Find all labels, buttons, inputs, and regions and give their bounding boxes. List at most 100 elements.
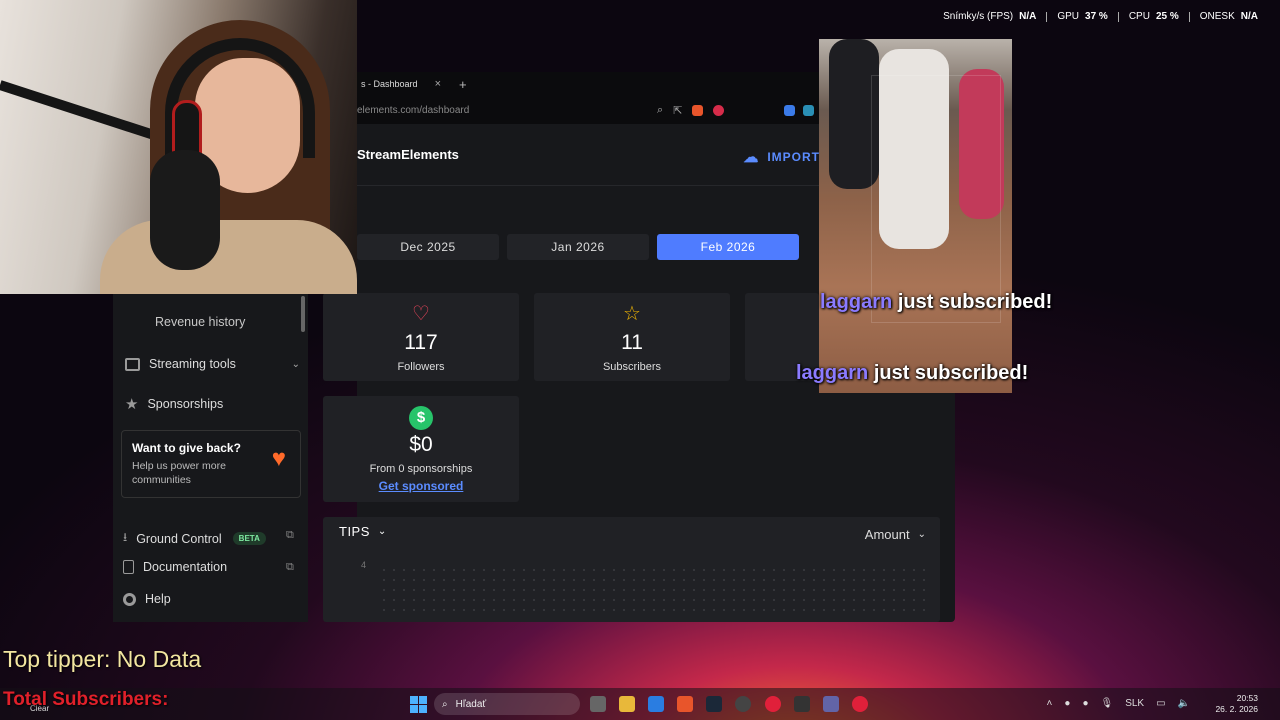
app-tray-icon[interactable]: ● bbox=[1082, 698, 1088, 709]
sidebar-item-documentation[interactable]: Documentation bbox=[123, 560, 227, 574]
alert-username: laggarn bbox=[796, 362, 869, 384]
tab-dashboard[interactable]: s - Dashboard × bbox=[357, 73, 447, 95]
followers-card: ♡ 117 Followers bbox=[323, 293, 519, 381]
display-icon[interactable]: ▭ bbox=[1156, 698, 1165, 709]
sidebar-item-label: Help bbox=[145, 592, 171, 606]
subscriber-alert: laggarn just subscribed! bbox=[820, 291, 1052, 314]
gpu-label: GPU bbox=[1057, 11, 1080, 22]
gpu-value: 37 % bbox=[1085, 11, 1108, 22]
subscribers-label: Subscribers bbox=[602, 361, 662, 373]
dollar-icon: $ bbox=[323, 405, 519, 430]
month-dec-2025[interactable]: Dec 2025 bbox=[357, 234, 499, 260]
app-logo[interactable]: StreamElements bbox=[357, 147, 459, 162]
zoom-icon[interactable]: ⌕ bbox=[657, 104, 663, 117]
sidebar-scrollbar[interactable] bbox=[301, 296, 305, 332]
url-text: elements.com/dashboard bbox=[357, 104, 470, 116]
onesk-label: ONESK bbox=[1199, 11, 1235, 22]
extension-icon[interactable] bbox=[803, 104, 815, 116]
app-icon[interactable] bbox=[794, 696, 810, 712]
divider bbox=[1046, 11, 1048, 22]
heart-icon: ♥ bbox=[271, 445, 286, 472]
beta-badge: BETA bbox=[232, 532, 266, 545]
media-player-icon[interactable] bbox=[765, 696, 781, 712]
cloud-upload-icon: ☁ bbox=[743, 149, 760, 166]
share-icon[interactable]: ⇱ bbox=[673, 104, 682, 117]
sidebar-item-label: Streaming tools bbox=[149, 357, 236, 371]
brave-shield-icon[interactable] bbox=[692, 104, 704, 116]
tips-title: TIPS bbox=[339, 524, 370, 539]
y-axis-tick: 4 bbox=[361, 560, 367, 570]
close-tab-icon[interactable]: × bbox=[435, 78, 441, 90]
cpu-value: 25 % bbox=[1155, 11, 1179, 22]
file-explorer-icon[interactable] bbox=[619, 696, 635, 712]
brave-browser-icon[interactable] bbox=[677, 696, 693, 712]
tips-dropdown[interactable]: TIPS ⌄ bbox=[339, 524, 387, 539]
performance-overlay: Snímky/s (FPS) N/A GPU 37 % CPU 25 % ONE… bbox=[943, 11, 1258, 22]
outlook-icon[interactable] bbox=[648, 696, 664, 712]
sponsorship-amount: $0 bbox=[409, 433, 433, 456]
subscribers-count: 11 bbox=[621, 331, 643, 354]
alert-text: just subscribed! bbox=[897, 291, 1053, 313]
language-indicator[interactable]: SLK bbox=[1125, 698, 1144, 709]
chevron-down-icon: ⌄ bbox=[291, 358, 300, 370]
sidebar-item-revenue-history[interactable]: Revenue history bbox=[155, 315, 245, 329]
sidebar-item-streaming-tools[interactable]: Streaming tools ⌄ bbox=[125, 357, 300, 371]
taskbar-search[interactable]: ⌕ Hľadať bbox=[434, 693, 580, 715]
sidebar-item-ground-control[interactable]: ⭳ Ground Control BETA bbox=[123, 528, 266, 549]
month-jan-2026[interactable]: Jan 2026 bbox=[507, 234, 649, 260]
cpu-label: CPU bbox=[1128, 11, 1150, 22]
address-icons: ⌕ ⇱ bbox=[657, 104, 725, 117]
sponsorships-card: $ $0 From 0 sponsorships Get sponsored bbox=[323, 396, 519, 502]
microphone-icon[interactable]: 🎙 bbox=[1100, 698, 1113, 709]
total-subscribers-label: Total Subscribers: bbox=[3, 689, 169, 710]
chevron-down-icon: ⌄ bbox=[917, 529, 926, 540]
clock-time: 20:53 bbox=[1236, 693, 1258, 703]
url-field[interactable]: elements.com/dashboard bbox=[357, 101, 657, 119]
import-button[interactable]: ☁ IMPORT bbox=[743, 148, 820, 166]
clock[interactable]: 20:53 26. 2. 2026 bbox=[1215, 693, 1258, 715]
sort-dropdown[interactable]: Amount ⌄ bbox=[865, 527, 926, 542]
start-button[interactable] bbox=[410, 696, 427, 713]
document-icon bbox=[123, 560, 134, 574]
give-back-text: Help us power more communities bbox=[132, 460, 226, 486]
import-label: IMPORT bbox=[767, 150, 820, 164]
sidebar-item-label: Ground Control bbox=[136, 531, 222, 546]
video-overlay bbox=[819, 39, 1012, 393]
rewards-icon[interactable] bbox=[713, 104, 725, 116]
steam-icon[interactable] bbox=[706, 696, 722, 712]
volume-icon[interactable]: 🔈 bbox=[1178, 698, 1190, 709]
divider bbox=[1117, 11, 1119, 22]
heart-icon: ♡ bbox=[412, 303, 430, 325]
app-tray-icon[interactable]: ● bbox=[1064, 698, 1070, 709]
star-icon: ★ bbox=[125, 396, 139, 413]
external-link-icon: ⧉ bbox=[286, 529, 294, 541]
youtube-icon[interactable] bbox=[852, 696, 868, 712]
translate-icon[interactable] bbox=[784, 104, 796, 116]
fps-value: N/A bbox=[1019, 11, 1037, 22]
give-back-card[interactable]: Want to give back? Help us power more co… bbox=[121, 430, 301, 498]
divider bbox=[1188, 11, 1190, 22]
system-tray: ˄ ● ● 🎙 SLK ▭ 🔈 bbox=[1047, 698, 1190, 709]
subscribers-card: ☆ 11 Subscribers bbox=[534, 293, 730, 381]
lifebuoy-icon bbox=[123, 592, 136, 606]
task-view-icon[interactable] bbox=[590, 696, 606, 712]
chevron-up-icon[interactable]: ˄ bbox=[1047, 698, 1053, 709]
sidebar-item-sponsorships[interactable]: ★ Sponsorships bbox=[125, 395, 223, 413]
search-icon: ⌕ bbox=[442, 698, 448, 710]
new-tab-button[interactable]: + bbox=[459, 77, 467, 92]
month-feb-2026[interactable]: Feb 2026 bbox=[657, 234, 799, 260]
sidebar-item-label: Sponsorships bbox=[147, 397, 224, 411]
sidebar: Revenue history Streaming tools ⌄ ★ Spon… bbox=[113, 294, 308, 622]
followers-count: 117 bbox=[404, 331, 438, 354]
download-icon: ⭳ bbox=[123, 530, 128, 544]
sidebar-item-help[interactable]: Help bbox=[123, 592, 171, 606]
get-sponsored-link[interactable]: Get sponsored bbox=[323, 479, 519, 493]
star-icon: ☆ bbox=[623, 303, 641, 325]
followers-label: Followers bbox=[397, 361, 445, 373]
month-selector: Dec 2025 Jan 2026 Feb 2026 bbox=[357, 234, 799, 260]
app-icon[interactable] bbox=[735, 696, 751, 712]
tips-chart-grid bbox=[379, 565, 929, 617]
top-tipper-label: Top tipper: No Data bbox=[3, 646, 202, 672]
teams-icon[interactable] bbox=[823, 696, 839, 712]
sidebar-item-label: Revenue history bbox=[155, 315, 246, 329]
